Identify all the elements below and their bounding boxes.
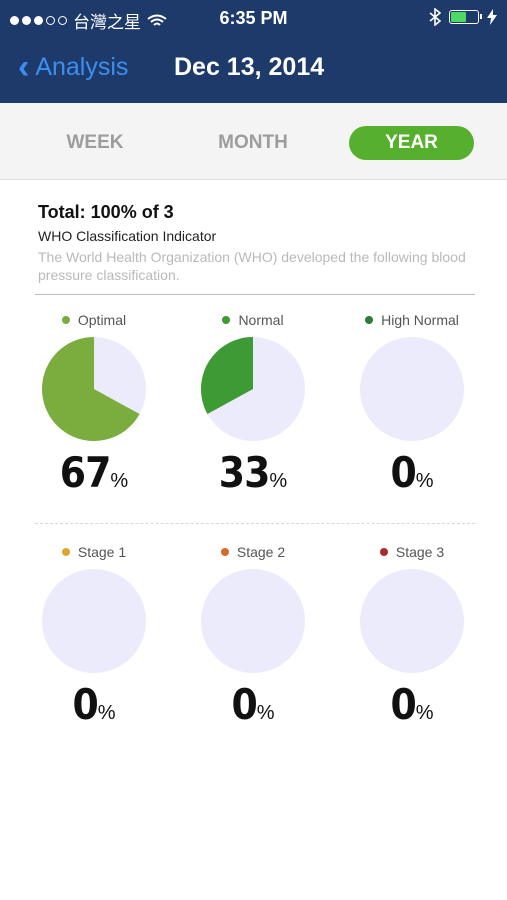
status-bar: 台灣之星 6:35 PM (0, 0, 507, 36)
tab-week[interactable]: WEEK (35, 126, 155, 160)
category-stage-3: Stage 3 0% (332, 542, 492, 729)
page-title: Dec 13, 2014 (174, 53, 325, 81)
pie-chart (42, 337, 146, 441)
chevron-left-icon: ‹ (18, 48, 30, 86)
percent-value: 0% (173, 680, 333, 729)
total-summary: Total: 100% of 3 (38, 202, 174, 222)
charging-icon (487, 9, 497, 25)
nav-bar: ‹ Analysis Dec 13, 2014 (0, 36, 507, 103)
category-normal: Normal 33% (173, 310, 333, 497)
legend-dot (365, 316, 374, 324)
pie-chart (42, 569, 146, 673)
percent-value: 0% (332, 680, 492, 729)
app-header: 台灣之星 6:35 PM ‹ Analysis Dec 13, 2014 (0, 0, 507, 103)
percent-unit: % (415, 702, 434, 724)
percent-unit: % (97, 702, 116, 724)
percent-value: 0% (14, 680, 174, 729)
who-description: The World Health Organization (WHO) deve… (38, 249, 466, 283)
category-label: Stage 3 (395, 544, 445, 560)
category-label: Normal (238, 312, 284, 328)
legend-dot (61, 316, 70, 324)
category-label: Optimal (77, 312, 127, 328)
percent-number: 0 (231, 680, 257, 729)
pie-chart (200, 337, 305, 441)
back-button[interactable]: ‹ Analysis (18, 50, 128, 84)
legend-dot (222, 316, 231, 324)
percent-number: 67 (59, 448, 112, 497)
who-title: WHO Classification Indicator (38, 228, 217, 244)
pie-background (360, 337, 464, 441)
percent-unit: % (110, 470, 129, 492)
status-right (429, 8, 497, 26)
battery-icon (449, 10, 482, 24)
category-optimal: Optimal 67% (14, 310, 174, 497)
percent-value: 33% (173, 448, 333, 497)
category-label: Stage 1 (77, 544, 127, 560)
category-label: Stage 2 (236, 544, 286, 560)
percent-number: 33 (218, 448, 271, 497)
bluetooth-icon (429, 8, 441, 26)
tab-year[interactable]: YEAR (349, 126, 474, 160)
percent-number: 0 (390, 680, 416, 729)
pie-chart (360, 569, 464, 673)
percent-number: 0 (72, 680, 98, 729)
legend-dot (61, 548, 70, 556)
percent-number: 0 (390, 448, 416, 497)
percent-unit: % (415, 470, 434, 492)
percent-value: 67% (14, 448, 174, 497)
percent-value: 0% (332, 448, 492, 497)
pie-chart (201, 569, 305, 673)
pie-background (201, 569, 305, 673)
category-stage-2: Stage 2 0% (173, 542, 333, 729)
period-selector: WEEK MONTH YEAR (0, 103, 507, 180)
tab-month[interactable]: MONTH (193, 126, 313, 160)
category-stage-1: Stage 1 0% (14, 542, 174, 729)
legend-dot (379, 548, 388, 556)
section-divider (35, 523, 475, 524)
divider (35, 294, 475, 295)
category-high-normal: High Normal 0% (332, 310, 492, 497)
legend-dot (220, 548, 229, 556)
back-label: Analysis (35, 52, 129, 81)
pie-background (360, 569, 464, 673)
category-label: High Normal (381, 312, 459, 328)
pie-background (42, 569, 146, 673)
pie-chart (360, 337, 464, 441)
percent-unit: % (256, 702, 275, 724)
percent-unit: % (269, 470, 288, 492)
